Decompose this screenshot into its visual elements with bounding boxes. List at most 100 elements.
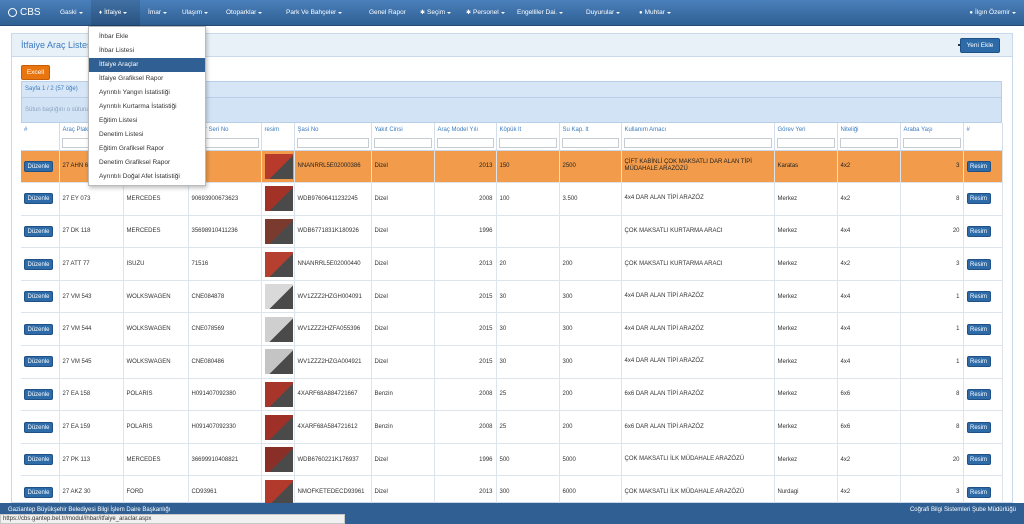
cell-yas: 1 (900, 312, 964, 347)
edit-button[interactable]: Düzenle (24, 421, 53, 433)
cell-yakit: Dizel (371, 150, 435, 184)
edit-button[interactable]: Düzenle (24, 291, 53, 303)
column-filter-input[interactable] (498, 137, 557, 148)
excel-export-button[interactable]: Excell (21, 65, 50, 80)
nav-item[interactable]: Gaski (52, 0, 91, 26)
nav-item[interactable]: Duyurular (578, 0, 631, 26)
cell-sasi: 4XARF68A884721667 (294, 378, 372, 412)
edit-button[interactable]: Düzenle (24, 193, 53, 205)
column-filter-input[interactable] (436, 137, 494, 148)
column-header[interactable]: Araba Yaşı (900, 123, 964, 136)
nav-item[interactable]: ● Muhtar (631, 0, 677, 26)
nav-item[interactable]: İmar (140, 0, 174, 26)
dropdown-item[interactable]: Ayrıntılı Kurtarma İstatistiği (89, 100, 205, 114)
edit-button[interactable]: Düzenle (24, 323, 53, 335)
vehicle-thumbnail[interactable] (264, 186, 293, 212)
column-header[interactable]: Niteliği (837, 123, 901, 136)
gear-icon: ✱ (420, 9, 426, 16)
column-header[interactable]: Yakıt Cinsi (371, 123, 435, 136)
nav-item[interactable]: Park Ve Bahçeler (278, 0, 361, 26)
column-header[interactable]: Görev Yeri (774, 123, 838, 136)
table-row[interactable]: Düzenle 27 VM 544 WOLKSWAGEN CNE078569 WV1ZZ… (21, 312, 1003, 347)
dropdown-item[interactable]: İtfaiye Grafiksel Rapor (89, 72, 205, 86)
image-button[interactable]: Resim (966, 160, 991, 172)
vehicle-thumbnail[interactable] (264, 218, 293, 244)
vehicle-thumbnail[interactable] (264, 414, 293, 440)
image-button[interactable]: Resim (966, 258, 991, 270)
image-button[interactable]: Resim (966, 388, 991, 400)
nav-item[interactable]: Otoparklar (218, 0, 278, 26)
nav-item[interactable]: ✱ Personel (458, 0, 509, 26)
column-filter-input[interactable] (902, 137, 961, 148)
dropdown-item[interactable]: İtfaiye Araçlar (89, 58, 205, 72)
nav-item[interactable]: Engelliler Dai. (509, 0, 578, 26)
column-filter-input[interactable] (561, 137, 619, 148)
dropdown-item[interactable]: Denetim Listesi (89, 128, 205, 142)
edit-button[interactable]: Düzenle (24, 160, 53, 172)
panel-title: İtfaiye Araç Listesi (21, 40, 94, 50)
nav-item[interactable]: ♦ İtfaiye (91, 0, 140, 26)
column-filter-input[interactable] (623, 137, 772, 148)
column-header[interactable]: Kullanım Amacı (621, 123, 775, 136)
vehicle-thumbnail[interactable] (264, 349, 293, 375)
vehicle-thumbnail[interactable] (264, 479, 293, 505)
table-row[interactable]: Düzenle 27 PK 113 MERCEDES 36699910408821 WD… (21, 443, 1003, 477)
table-row[interactable]: Düzenle 27 VM 543 WOLKSWAGEN CNE084878 WV1ZZ… (21, 280, 1003, 314)
user-menu[interactable]: ● İlgın Özemir (969, 0, 1016, 26)
edit-button[interactable]: Düzenle (24, 388, 53, 400)
dropdown-item[interactable]: Ayrıntılı Doğal Afet İstatistiği (89, 170, 205, 184)
column-filter-input[interactable] (839, 137, 898, 148)
table-row[interactable]: Düzenle 27 ATT 77 ISUZU 71516 NNANRRL5E02000… (21, 247, 1003, 281)
image-cell (261, 312, 295, 347)
image-button[interactable]: Resim (966, 225, 991, 237)
image-button[interactable]: Resim (966, 193, 991, 205)
dropdown-item[interactable]: Eğitim Listesi (89, 114, 205, 128)
vehicle-thumbnail[interactable] (264, 381, 293, 407)
edit-button[interactable]: Düzenle (24, 225, 53, 237)
brand[interactable]: CBS (0, 7, 52, 18)
vehicle-thumbnail[interactable] (264, 153, 293, 179)
table-row[interactable]: Düzenle 27 EA 158 POLARIS H091407092380 4XAR… (21, 378, 1003, 412)
image-button[interactable]: Resim (966, 421, 991, 433)
image-button[interactable]: Resim (966, 356, 991, 368)
column-filter-input[interactable] (296, 137, 369, 148)
edit-button[interactable]: Düzenle (24, 486, 53, 498)
fire-icon: ♦ (99, 9, 103, 16)
nav-item[interactable]: ✱ Seçim (412, 0, 458, 26)
column-header[interactable]: # (21, 123, 60, 136)
column-header[interactable]: Araç Model Yılı (434, 123, 497, 136)
cell-motor: 35698910411236 (188, 215, 262, 249)
filter-cell (261, 136, 295, 151)
edit-button[interactable]: Düzenle (24, 258, 53, 270)
table-row[interactable]: Düzenle 27 DK 118 MERCEDES 35698910411236 WD… (21, 215, 1003, 249)
table-row[interactable]: Düzenle 27 VM 545 WOLKSWAGEN CNE080486 WV1ZZ… (21, 345, 1003, 379)
edit-button[interactable]: Düzenle (24, 356, 53, 368)
table-row[interactable]: Düzenle 27 EA 159 POLARIS H091407092330 4XAR… (21, 410, 1003, 444)
vehicle-thumbnail[interactable] (264, 447, 293, 473)
vehicle-thumbnail[interactable] (264, 251, 293, 277)
edit-button[interactable]: Düzenle (24, 454, 53, 466)
column-header[interactable]: # (963, 123, 1003, 136)
column-header[interactable]: resim (261, 123, 295, 136)
new-vehicle-button[interactable]: Yeni Ekle (960, 38, 1000, 53)
dropdown-item[interactable]: İhbar Listesi (89, 44, 205, 58)
image-button[interactable]: Resim (966, 486, 991, 498)
dropdown-item[interactable]: İhbar Ekle (89, 30, 205, 44)
image-button[interactable]: Resim (966, 323, 991, 335)
nav-item[interactable]: Ulaşım (174, 0, 218, 26)
column-filter-input[interactable] (776, 137, 835, 148)
column-header[interactable]: Köpük lt (496, 123, 560, 136)
column-header[interactable]: Şasi No (294, 123, 372, 136)
nav-item[interactable]: Genel Rapor (361, 0, 412, 26)
chevron-down-icon (204, 11, 209, 14)
dropdown-item[interactable]: Eğitim Grafiksel Rapor (89, 142, 205, 156)
dropdown-item[interactable]: Denetim Grafiksel Rapor (89, 156, 205, 170)
column-filter-input[interactable] (373, 137, 432, 148)
dropdown-item[interactable]: Ayrıntılı Yangın İstatistiği (89, 86, 205, 100)
vehicle-thumbnail[interactable] (264, 284, 293, 310)
column-header[interactable]: Su Kap. lt (559, 123, 622, 136)
vehicle-thumbnail[interactable] (264, 316, 293, 342)
image-button[interactable]: Resim (966, 291, 991, 303)
image-button[interactable]: Resim (966, 454, 991, 466)
table-row[interactable]: Düzenle 27 EY 073 MERCEDES 90693900673623 WD… (21, 182, 1003, 216)
